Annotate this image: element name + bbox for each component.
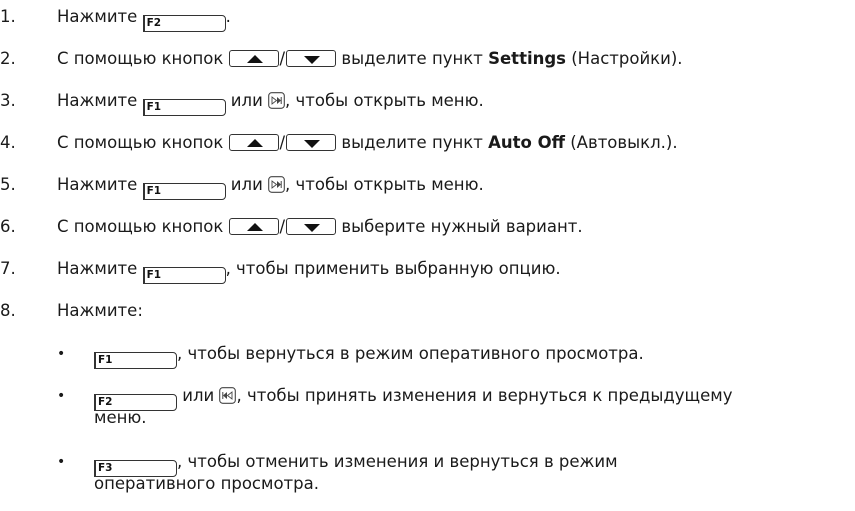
step-text: Нажмите: <box>57 301 143 320</box>
step-text: выделите пункт <box>336 133 489 152</box>
step-number: 3. <box>0 91 16 110</box>
bullet-dot: • <box>57 346 66 362</box>
down-arrow-key-icon <box>286 134 337 151</box>
step-number: 8. <box>0 301 16 320</box>
bullet-text: , чтобы отменить изменения и вернуться в… <box>177 452 618 471</box>
step-text: Нажмите <box>57 91 143 110</box>
step-text: , чтобы открыть меню. <box>285 175 484 194</box>
up-arrow-key-icon <box>228 50 279 67</box>
f1-key-icon: F1 <box>142 267 226 284</box>
bullet-dot: • <box>57 388 66 404</box>
up-arrow-key-icon <box>228 218 279 235</box>
bullet-text: , чтобы вернуться в режим оперативного п… <box>177 344 644 363</box>
bullet-text: , чтобы принять изменения и вернуться к … <box>236 386 733 405</box>
f1-key-icon: F1 <box>94 352 177 369</box>
bullet-text: оперативного просмотра. <box>94 474 319 493</box>
step-number: 4. <box>0 133 16 152</box>
step-number: 7. <box>0 259 16 278</box>
bullet-item: • F3, чтобы отменить изменения и вернуть… <box>0 450 855 498</box>
step-text: или <box>225 91 269 110</box>
menu-item-name: Auto Off <box>488 133 565 152</box>
step-text: С помощью кнопок <box>57 217 229 236</box>
step-number: 1. <box>0 7 16 26</box>
up-arrow-key-icon <box>228 134 279 151</box>
step-text: (Настройки). <box>566 49 683 68</box>
down-arrow-key-icon <box>286 50 337 67</box>
f1-key-icon: F1 <box>142 99 226 116</box>
step-text: выберите нужный вариант. <box>336 217 583 236</box>
step-text: С помощью кнопок <box>57 133 229 152</box>
f1-key-icon: F1 <box>142 183 226 200</box>
down-arrow-key-icon <box>286 218 337 235</box>
step-text: , чтобы открыть меню. <box>285 91 484 110</box>
bullet-text: или <box>177 386 220 405</box>
bullet-item: • F2 или , чтобы принять изменения и вер… <box>0 384 855 432</box>
step-text: (Автовыкл.). <box>565 133 678 152</box>
step-text: С помощью кнопок <box>57 49 229 68</box>
step-number: 5. <box>0 175 16 194</box>
step-text: Нажмите <box>57 7 143 26</box>
step-number: 2. <box>0 49 16 68</box>
bullet-text: меню. <box>94 408 147 427</box>
step-number: 6. <box>0 217 16 236</box>
forward-key-icon <box>268 176 285 193</box>
f2-key-icon: F2 <box>142 15 226 32</box>
step-text: , чтобы применить выбранную опцию. <box>225 259 561 278</box>
bullet-dot: • <box>57 454 66 470</box>
bullet-item: • F1, чтобы вернуться в режим оперативно… <box>0 342 855 369</box>
forward-key-icon <box>268 92 285 109</box>
step-text: Нажмите <box>57 259 143 278</box>
step-text: или <box>225 175 269 194</box>
step-text: выделите пункт <box>336 49 489 68</box>
back-key-icon <box>219 387 237 404</box>
step-text: . <box>225 7 231 26</box>
step-text: Нажмите <box>57 175 143 194</box>
menu-item-name: Settings <box>488 49 566 68</box>
